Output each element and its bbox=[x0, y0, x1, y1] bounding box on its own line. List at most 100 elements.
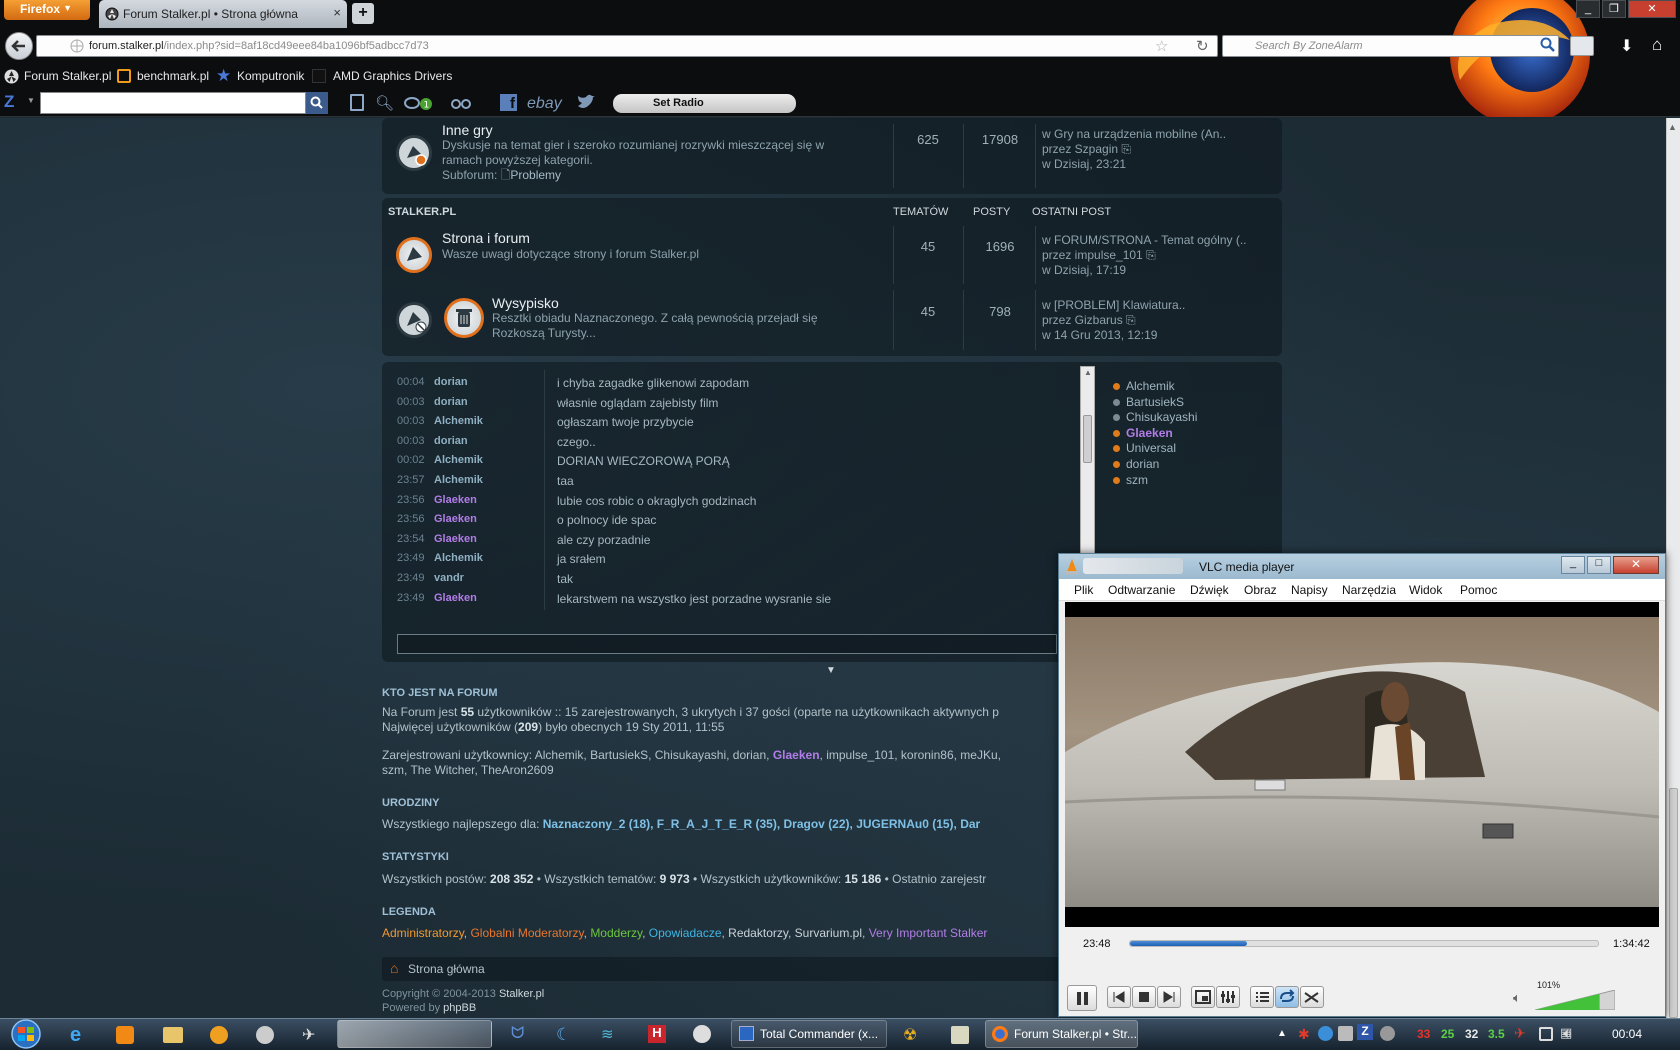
vlc-menu-dzwiek[interactable]: Dźwięk bbox=[1190, 583, 1229, 597]
shout-author[interactable]: Alchemik bbox=[434, 454, 544, 466]
vlc-menu-napisy[interactable]: Napisy bbox=[1291, 583, 1328, 597]
last-post-author[interactable]: przez impulse_101 bbox=[1042, 248, 1143, 262]
subforum-link-problemy[interactable]: Problemy bbox=[510, 168, 561, 182]
bookmark-star-icon[interactable]: ☆ bbox=[1155, 37, 1168, 55]
shout-author[interactable]: Glaeken bbox=[434, 533, 544, 545]
clock[interactable]: 00:04 bbox=[1612, 1027, 1642, 1041]
shout-author[interactable]: Alchemik bbox=[434, 474, 544, 486]
reload-icon[interactable]: ↻ bbox=[1196, 37, 1209, 55]
phpbb-link[interactable]: phpBB bbox=[443, 1002, 476, 1014]
vlc-close-button[interactable]: ✕ bbox=[1613, 556, 1659, 574]
last-post-author[interactable]: przez Gizbarus bbox=[1042, 313, 1123, 327]
online-user[interactable]: Alchemik bbox=[1113, 379, 1175, 393]
chat-app-icon[interactable] bbox=[256, 1026, 274, 1044]
close-tab-icon[interactable]: × bbox=[333, 5, 341, 20]
tray-app-icon[interactable] bbox=[1338, 1026, 1353, 1041]
shout-author[interactable]: Alchemik bbox=[434, 415, 544, 427]
search-input[interactable]: Search By ZoneAlarm bbox=[1222, 35, 1559, 57]
tray-expand-icon[interactable]: ▲ bbox=[1277, 1028, 1287, 1039]
shout-author[interactable]: dorian bbox=[434, 376, 544, 388]
back-button[interactable] bbox=[5, 32, 33, 60]
legend-admins[interactable]: Administratorzy bbox=[382, 926, 464, 940]
page-icon[interactable] bbox=[350, 94, 364, 111]
url-bar[interactable]: forum.stalker.pl/index.php?sid=8af18cd49… bbox=[36, 35, 1218, 57]
close-window-button[interactable]: ✕ bbox=[1628, 0, 1676, 18]
tray-zonealarm-icon[interactable]: Z bbox=[1357, 1024, 1373, 1040]
vlc-playlist-button[interactable] bbox=[1250, 986, 1274, 1008]
forum-title-strona[interactable]: Strona i forum bbox=[442, 230, 530, 246]
plane-app-icon[interactable]: ✈ bbox=[302, 1025, 315, 1045]
legend-global-mods[interactable]: Globalni Moderatorzy bbox=[470, 926, 583, 940]
facebook-icon[interactable]: f bbox=[500, 94, 517, 112]
shout-author[interactable]: Glaeken bbox=[434, 494, 544, 506]
tray-app-icon[interactable]: ✱ bbox=[1298, 1026, 1310, 1043]
home-icon[interactable]: ⌂ bbox=[1652, 35, 1662, 55]
privacy-glasses-icon[interactable] bbox=[451, 95, 471, 111]
shout-author[interactable]: dorian bbox=[434, 435, 544, 447]
page-scrollbar[interactable]: ▲ bbox=[1666, 118, 1680, 1018]
zonealarm-dropdown-icon[interactable]: ▼ bbox=[27, 96, 35, 105]
steam-icon[interactable] bbox=[693, 1025, 711, 1043]
last-post-topic-link[interactable]: w [PROBLEM] Klawiatura.. bbox=[1042, 298, 1185, 313]
bookmark-amd[interactable]: AMD Graphics Drivers bbox=[333, 69, 452, 83]
orange-app-icon[interactable] bbox=[210, 1026, 228, 1044]
bookmark-benchmark[interactable]: benchmark.pl bbox=[137, 69, 209, 83]
vlc-titlebar[interactable]: VLC media player _ □ ✕ bbox=[1059, 554, 1665, 579]
taskbar-blurred-window[interactable] bbox=[337, 1020, 492, 1048]
vlc-prev-button[interactable] bbox=[1107, 986, 1131, 1008]
last-post-author[interactable]: przez Szpagin bbox=[1042, 142, 1118, 156]
shout-input[interactable] bbox=[397, 634, 1057, 654]
bookmark-forum-stalker[interactable]: Forum Stalker.pl bbox=[24, 69, 111, 83]
vlc-extended-settings-button[interactable] bbox=[1216, 986, 1240, 1008]
online-user[interactable]: Glaeken bbox=[1113, 426, 1173, 440]
volume-icon[interactable]: 🔉︎ bbox=[1563, 1025, 1572, 1042]
vlc-pause-button[interactable] bbox=[1067, 985, 1097, 1011]
vlc-stop-button[interactable] bbox=[1132, 986, 1156, 1008]
legend-vip[interactable]: Very Important Stalker bbox=[869, 926, 988, 940]
zonealarm-logo-icon[interactable]: Z bbox=[4, 92, 14, 112]
bat-app-icon[interactable]: ᗢ bbox=[511, 1025, 524, 1043]
vlc-menu-widok[interactable]: Widok bbox=[1409, 583, 1442, 597]
vlc-loop-button[interactable] bbox=[1275, 986, 1299, 1008]
vlc-video-frame[interactable] bbox=[1065, 602, 1659, 927]
tab-forum-stalker[interactable]: Forum Stalker.pl • Strona główna × bbox=[99, 0, 347, 28]
online-user[interactable]: szm bbox=[1113, 473, 1148, 487]
breadcrumb-home-link[interactable]: Strona główna bbox=[408, 962, 485, 976]
birthday-users[interactable]: Naznaczony_2 (18), F_R_A_J_T_E_R (35), D… bbox=[543, 817, 980, 831]
legend-survarium[interactable]: Survarium.pl bbox=[795, 926, 862, 940]
goto-post-icon[interactable]: ⎘ bbox=[1126, 313, 1136, 327]
vlc-volume-slider[interactable] bbox=[1535, 990, 1615, 1010]
media-player-icon[interactable] bbox=[116, 1026, 134, 1044]
wifi-app-icon[interactable]: ≋ bbox=[601, 1025, 614, 1043]
taskbar-total-commander[interactable]: Total Commander (x... bbox=[731, 1020, 887, 1048]
last-post-topic-link[interactable]: w Gry na urządzenia mobilne (An.. bbox=[1042, 127, 1226, 142]
firefox-menu-button[interactable]: Firefox ▼ bbox=[4, 0, 90, 20]
copyright-site-link[interactable]: Stalker.pl bbox=[499, 988, 544, 1000]
legend-editors[interactable]: Redaktorzy bbox=[728, 926, 788, 940]
vlc-seek-slider[interactable] bbox=[1129, 940, 1599, 947]
bookmark-komputronik[interactable]: Komputronik bbox=[237, 69, 304, 83]
vlc-shuffle-button[interactable] bbox=[1300, 986, 1324, 1008]
shout-author[interactable]: vandr bbox=[434, 572, 544, 584]
shout-author[interactable]: Alchemik bbox=[434, 552, 544, 564]
shout-author[interactable]: dorian bbox=[434, 396, 544, 408]
twitter-icon[interactable] bbox=[576, 94, 596, 111]
start-button[interactable] bbox=[4, 1018, 46, 1050]
explorer-icon[interactable] bbox=[163, 1027, 183, 1043]
goto-post-icon[interactable]: ⎘ bbox=[1146, 248, 1156, 262]
ie-icon[interactable]: e bbox=[70, 1024, 81, 1047]
minimize-window-button[interactable]: _ bbox=[1576, 0, 1600, 18]
user-link-glaeken[interactable]: Glaeken bbox=[773, 748, 820, 762]
vlc-menu-obraz[interactable]: Obraz bbox=[1244, 583, 1277, 597]
ebay-icon[interactable]: ebay bbox=[527, 95, 562, 113]
tray-app-icon[interactable] bbox=[1380, 1026, 1395, 1041]
tray-app-icon[interactable] bbox=[1318, 1026, 1333, 1041]
radiation-icon[interactable]: ☢ bbox=[903, 1025, 917, 1045]
vlc-menu-pomoc[interactable]: Pomoc bbox=[1460, 583, 1497, 597]
vlc-menu-narzedzia[interactable]: Narzędzia bbox=[1342, 583, 1396, 597]
tray-app-icon[interactable] bbox=[1539, 1027, 1553, 1041]
notifications-icon[interactable]: 1 bbox=[404, 95, 434, 111]
last-post-topic-link[interactable]: w FORUM/STRONA - Temat ogólny (.. bbox=[1042, 233, 1247, 248]
h-app-icon[interactable]: H bbox=[648, 1025, 666, 1043]
online-user[interactable]: Universal bbox=[1113, 441, 1176, 455]
